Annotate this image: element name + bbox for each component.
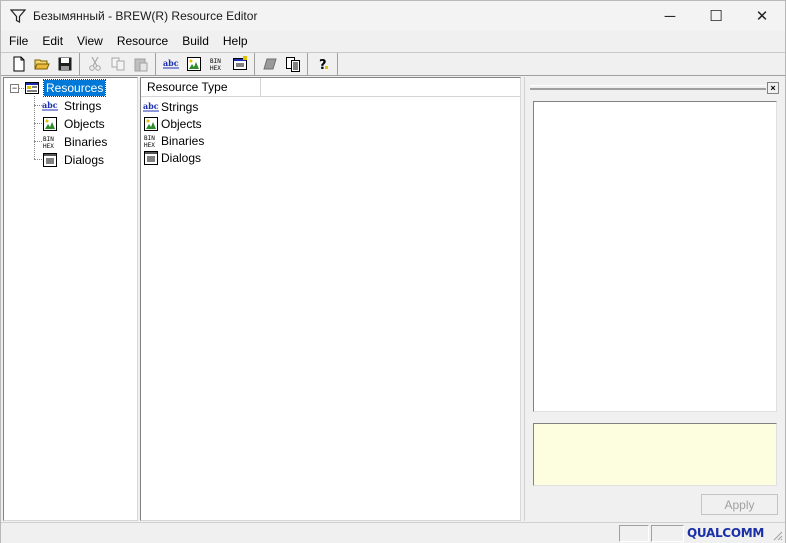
svg-text:HEX: HEX [144, 142, 155, 149]
build-resource-button[interactable] [281, 53, 304, 75]
tree-item-label: Binaries [64, 135, 108, 149]
status-cell-1 [619, 525, 649, 542]
help-icon: ? [319, 58, 328, 72]
objects-icon [144, 116, 158, 131]
tree-collapse-toggle[interactable]: − [10, 84, 19, 93]
eraser-icon [262, 58, 277, 70]
menu-view[interactable]: View [70, 31, 110, 52]
paste-icon [134, 58, 147, 72]
cut-icon [88, 56, 101, 71]
svg-text:?: ? [319, 58, 327, 72]
menu-help[interactable]: Help [216, 31, 255, 52]
list-item-strings[interactable]: abc Strings [143, 98, 198, 115]
app-funnel-icon [9, 8, 27, 24]
new-object-button[interactable] [182, 53, 205, 75]
build-resource-icon [285, 57, 300, 72]
svg-text:HEX: HEX [43, 143, 54, 150]
status-cell-2 [651, 525, 684, 542]
minimize-button[interactable]: ─ [647, 1, 693, 31]
new-binary-button[interactable]: BIN HEX [205, 53, 228, 75]
tree-item-label: Dialogs [64, 153, 105, 167]
new-file-icon [13, 56, 24, 72]
svg-text:BIN: BIN [210, 58, 221, 65]
resource-type-list[interactable]: Resource Type abc Strings Objects BIN HEX… [140, 77, 521, 521]
menu-bar: File Edit View Resource Build Help [1, 31, 785, 52]
svg-text:abc: abc [143, 101, 159, 111]
cut-button[interactable] [83, 53, 106, 75]
maximize-button[interactable]: ☐ [693, 1, 739, 31]
paste-button[interactable] [129, 53, 152, 75]
app-window: Безымянный - BREW(R) Resource Editor ─ ☐… [0, 0, 786, 543]
qualcomm-logo: QUALCOMM [687, 526, 765, 540]
tree-item-label: Strings [64, 99, 102, 113]
svg-text:abc: abc [42, 100, 58, 110]
dialogs-icon [43, 153, 57, 167]
erase-button[interactable] [258, 53, 281, 75]
new-string-icon: abc [162, 58, 179, 69]
svg-text:BIN: BIN [144, 135, 155, 142]
menu-build[interactable]: Build [175, 31, 216, 52]
help-button[interactable]: ? [311, 53, 334, 75]
svg-text:BIN: BIN [43, 136, 54, 143]
list-header: Resource Type [141, 78, 520, 97]
panel-gripper[interactable]: × [530, 82, 779, 94]
new-dialog-button[interactable] [228, 53, 251, 75]
resources-folder-icon [25, 82, 39, 94]
new-file-button[interactable] [7, 53, 30, 75]
binaries-icon: BINHEX [144, 135, 155, 149]
properties-panel: × Apply [524, 77, 785, 521]
list-item-label: Strings [161, 99, 199, 114]
tree-item-dialogs[interactable]: Dialogs [42, 151, 106, 169]
list-item-objects[interactable]: Objects [143, 115, 202, 132]
menu-resource[interactable]: Resource [110, 31, 175, 52]
open-folder-icon [33, 59, 50, 70]
new-string-button[interactable]: abc [159, 53, 182, 75]
tree-item-strings[interactable]: abc Strings [42, 97, 103, 115]
title-bar: Безымянный - BREW(R) Resource Editor ─ ☐… [1, 1, 785, 31]
close-button[interactable]: ✕ [739, 1, 785, 31]
window-title: Безымянный - BREW(R) Resource Editor [33, 9, 258, 23]
open-button[interactable] [30, 53, 53, 75]
tree-item-resources[interactable]: Resources [24, 79, 107, 97]
svg-text:HEX: HEX [210, 65, 221, 72]
new-dialog-icon [232, 56, 247, 70]
binaries-icon: BINHEX [43, 136, 54, 150]
menu-file[interactable]: File [1, 31, 35, 52]
svg-text:abc: abc [163, 58, 179, 68]
strings-icon: abc [143, 101, 159, 111]
apply-button[interactable]: Apply [701, 494, 778, 515]
status-bar: QUALCOMM [1, 522, 785, 543]
tree-item-label: Objects [64, 117, 105, 131]
strings-icon: abc [42, 100, 58, 111]
list-item-binaries[interactable]: BIN HEX Binaries [143, 132, 204, 149]
objects-icon [43, 117, 57, 131]
toolbar: abc BIN HEX ? [1, 52, 785, 76]
dialogs-icon [144, 150, 158, 165]
tree-item-objects[interactable]: Objects [42, 115, 107, 133]
tree-item-binaries[interactable]: BIN HEX Binaries [42, 133, 109, 151]
list-item-label: Binaries [161, 133, 205, 148]
resource-tree[interactable]: − Resources abc Strings Objects BIN HEX B… [3, 77, 138, 521]
menu-edit[interactable]: Edit [35, 31, 70, 52]
new-object-icon [186, 57, 201, 71]
panel-close-button[interactable]: × [767, 82, 779, 94]
column-header-resource-type[interactable]: Resource Type [141, 78, 261, 97]
tree-item-label: Resources [42, 79, 107, 97]
save-button[interactable] [53, 53, 76, 75]
list-item-dialogs[interactable]: Dialogs [143, 149, 201, 166]
copy-button[interactable] [106, 53, 129, 75]
save-icon [58, 57, 71, 71]
info-area [533, 423, 777, 486]
new-binary-icon: BINHEX [210, 58, 221, 72]
copy-icon [111, 57, 124, 71]
list-item-label: Objects [161, 116, 202, 131]
resize-grip-icon[interactable] [771, 529, 783, 541]
preview-area[interactable] [533, 101, 777, 412]
list-item-label: Dialogs [161, 150, 202, 165]
